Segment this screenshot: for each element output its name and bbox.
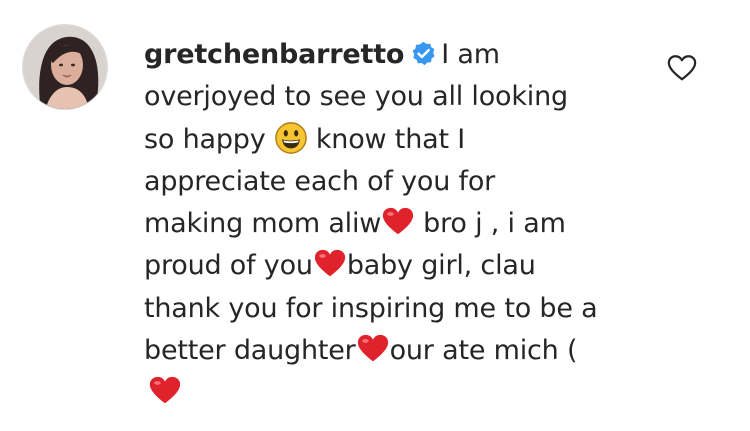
like-heart-icon[interactable] <box>667 54 697 82</box>
comment-text-segment: proud of you <box>144 250 313 282</box>
comment-item: gretchenbarretto I am overjoyed to see yo… <box>0 0 750 431</box>
avatar-image <box>23 25 107 109</box>
comment-line-4: appreciate each of you for <box>144 161 644 203</box>
red-heart-emoji-icon <box>149 377 181 404</box>
red-heart-emoji-icon <box>357 334 388 362</box>
comment-line-7: thank you for inspiring me to be a <box>144 288 644 330</box>
comment-line-1: gretchenbarretto I am <box>144 34 644 76</box>
comment-text-segment: thank you for inspiring me to be a <box>144 292 598 324</box>
comment-text-segment: know that I <box>315 123 465 155</box>
comment-text-segment: making mom aliw <box>144 208 382 240</box>
comment-line-9 <box>144 372 644 414</box>
comment-line-5: making mom aliw bro j , i am <box>144 203 644 245</box>
comment-text-segment: so happy <box>144 123 266 155</box>
comment-text-segment: bro j , i am <box>423 208 566 240</box>
comment-text-segment: better daughter <box>144 335 356 367</box>
comment-line-2: overjoyed to see you all looking <box>144 76 644 118</box>
comment-text-segment: I am <box>441 39 500 70</box>
comment-text-segment: appreciate each of you for <box>144 165 496 197</box>
verified-badge-icon <box>412 41 435 66</box>
red-heart-emoji-icon <box>314 250 345 277</box>
comment-text-segment: overjoyed to see you all looking <box>144 81 568 113</box>
username-link[interactable]: gretchenbarretto <box>144 39 404 70</box>
avatar[interactable] <box>22 24 108 110</box>
grinning-face-emoji-icon <box>275 121 307 154</box>
comment-text-segment: our ate mich ( <box>389 335 578 367</box>
red-heart-emoji-icon <box>383 208 414 235</box>
comment-text-segment: baby girl, clau <box>346 250 536 282</box>
comment-line-6: proud of you baby girl, clau <box>144 245 644 287</box>
comment-line-8: better daughter our ate mich ( <box>144 330 644 372</box>
comment-text: gretchenbarretto I am overjoyed to see yo… <box>144 34 644 415</box>
comment-line-3: so happy know that I <box>144 119 644 161</box>
